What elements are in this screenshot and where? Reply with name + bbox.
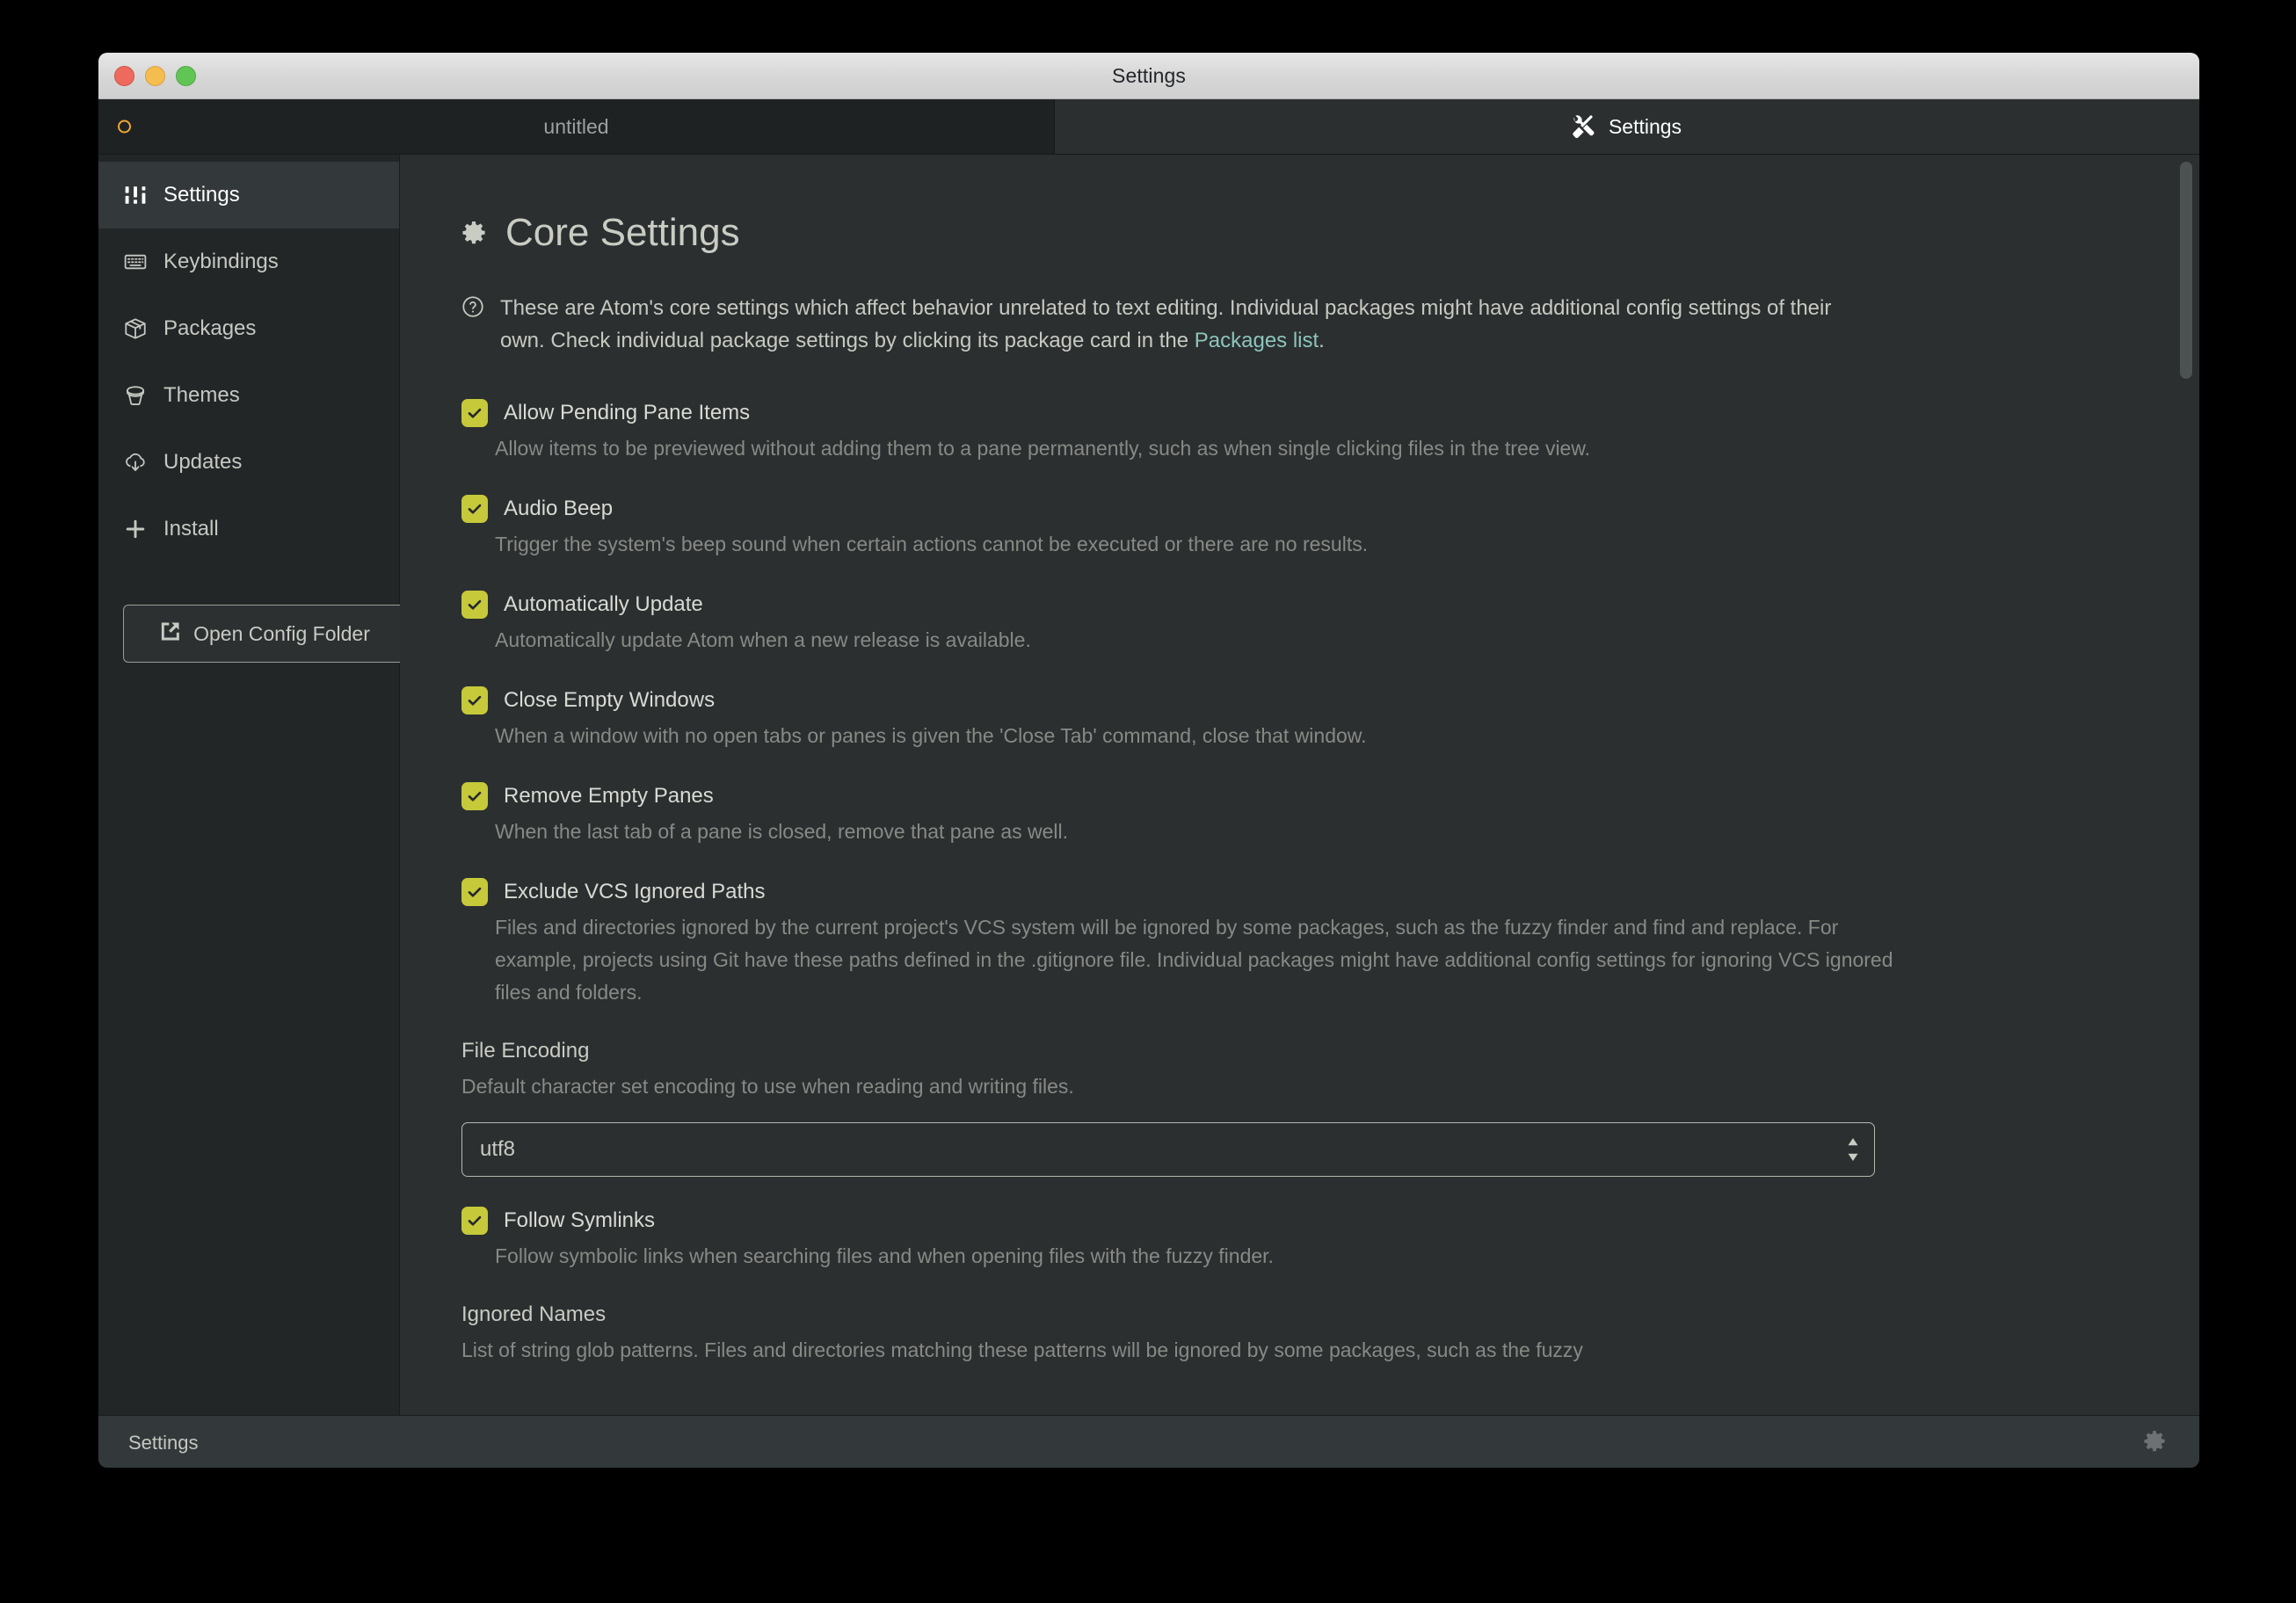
file-encoding-value[interactable]: utf8 (461, 1122, 1875, 1177)
setting-follow-symlinks: Follow Symlinks Follow symbolic links wh… (461, 1207, 2129, 1273)
window-title: Settings (1112, 63, 1186, 87)
page-description-part1: These are Atom's core settings which aff… (500, 296, 1832, 352)
checkbox-checked-icon[interactable] (461, 782, 488, 810)
keyboard-icon (123, 250, 148, 274)
setting-description: When a window with no open tabs or panes… (495, 724, 1367, 747)
packages-list-link[interactable]: Packages list (1195, 329, 1319, 352)
checkbox-checked-icon[interactable] (461, 1207, 488, 1235)
setting-header[interactable]: Exclude VCS Ignored Paths (461, 878, 2129, 906)
status-bar: Settings (98, 1415, 2199, 1468)
field-description: Default character set encoding to use wh… (461, 1075, 1074, 1098)
main-scrollbar[interactable] (2175, 155, 2199, 1415)
setting-automatically-update: Automatically Update Automatically updat… (461, 591, 2129, 656)
plus-icon (123, 517, 148, 541)
sidebar-item-install[interactable]: Install (98, 496, 399, 562)
tab-settings[interactable]: Settings (1055, 99, 2199, 154)
status-bar-label: Settings (128, 1432, 199, 1454)
maximize-window-button[interactable] (176, 65, 196, 86)
modified-circle-icon (118, 120, 131, 134)
setting-label: Remove Empty Panes (504, 784, 714, 808)
setting-file-encoding: File Encoding Default character set enco… (461, 1039, 2129, 1177)
tab-untitled-label: untitled (543, 114, 609, 138)
question-circle-icon (461, 295, 484, 328)
file-encoding-select[interactable]: utf8 (461, 1122, 1875, 1177)
tab-untitled[interactable]: untitled (98, 99, 1055, 154)
gear-icon (461, 211, 486, 255)
setting-label: Audio Beep (504, 497, 614, 520)
setting-header[interactable]: Automatically Update (461, 591, 2129, 619)
setting-header[interactable]: Remove Empty Panes (461, 782, 2129, 810)
sidebar-item-packages[interactable]: Packages (98, 295, 399, 362)
field-title: File Encoding (461, 1039, 590, 1063)
traffic-lights (114, 53, 196, 98)
page-title-text: Core Settings (505, 211, 740, 254)
paintbucket-icon (123, 383, 148, 408)
setting-description: Automatically update Atom when a new rel… (495, 628, 1031, 651)
sidebar-item-updates[interactable]: Updates (98, 429, 399, 496)
setting-description: Follow symbolic links when searching fil… (495, 1244, 1274, 1267)
setting-header[interactable]: Audio Beep (461, 495, 2129, 523)
setting-label: Exclude VCS Ignored Paths (504, 880, 766, 903)
open-config-folder-label: Open Config Folder (193, 621, 370, 645)
minimize-window-button[interactable] (145, 65, 165, 86)
field-title: Ignored Names (461, 1302, 607, 1326)
setting-label: Automatically Update (504, 592, 703, 616)
sidebar-item-settings[interactable]: Settings (98, 162, 399, 228)
checkbox-checked-icon[interactable] (461, 495, 488, 523)
external-link-icon (159, 620, 181, 648)
scrollbar-thumb[interactable] (2180, 162, 2192, 379)
settings-sidebar: Settings Keybindings Packages Themes Upd… (98, 155, 406, 1415)
page-title: Core Settings (461, 211, 2129, 255)
setting-ignored-names: Ignored Names List of string glob patter… (461, 1302, 2129, 1367)
setting-remove-empty-panes: Remove Empty Panes When the last tab of … (461, 782, 2129, 848)
checkbox-checked-icon[interactable] (461, 878, 488, 906)
sidebar-item-label: Themes (163, 383, 240, 407)
setting-description: When the last tab of a pane is closed, r… (495, 820, 1069, 843)
field-description: List of string glob patterns. Files and … (461, 1338, 1583, 1361)
setting-header[interactable]: Close Empty Windows (461, 686, 2129, 714)
application-window: Settings untitled Settings Settings Keyb… (98, 53, 2199, 1468)
setting-label: Follow Symlinks (504, 1208, 656, 1232)
cloud-download-icon (123, 450, 148, 475)
settings-content: Core Settings These are Atom's core sett… (400, 155, 2199, 1367)
tab-bar: untitled Settings (98, 99, 2199, 155)
checkbox-checked-icon[interactable] (461, 399, 488, 427)
setting-header[interactable]: Follow Symlinks (461, 1207, 2129, 1235)
close-window-button[interactable] (114, 65, 134, 86)
open-config-folder-button[interactable]: Open Config Folder (123, 605, 406, 663)
checkbox-checked-icon[interactable] (461, 591, 488, 619)
setting-exclude-vcs-ignored-paths: Exclude VCS Ignored Paths Files and dire… (461, 878, 2129, 1009)
setting-label: Allow Pending Pane Items (504, 401, 751, 424)
setting-description: Files and directories ignored by the cur… (495, 916, 1893, 1004)
setting-allow-pending-pane-items: Allow Pending Pane Items Allow items to … (461, 399, 2129, 465)
sidebar-item-label: Keybindings (163, 250, 279, 273)
setting-label: Close Empty Windows (504, 688, 716, 712)
sidebar-item-keybindings[interactable]: Keybindings (98, 228, 399, 295)
tools-icon (1573, 114, 1596, 139)
sidebar-item-label: Install (163, 517, 219, 540)
page-description: These are Atom's core settings which aff… (461, 292, 1871, 357)
setting-description: Allow items to be previewed without addi… (495, 437, 1591, 460)
sidebar-item-themes[interactable]: Themes (98, 362, 399, 429)
tab-settings-label: Settings (1608, 114, 1682, 138)
setting-audio-beep: Audio Beep Trigger the system's beep sou… (461, 495, 2129, 561)
setting-header[interactable]: Allow Pending Pane Items (461, 399, 2129, 427)
settings-main-panel: Core Settings These are Atom's core sett… (400, 155, 2199, 1415)
setting-description: Trigger the system's beep sound when cer… (495, 533, 1369, 555)
sliders-icon (123, 183, 148, 207)
status-bar-settings-button[interactable] (2143, 1430, 2166, 1457)
window-body: Settings Keybindings Packages Themes Upd… (98, 155, 2199, 1415)
sidebar-item-label: Updates (163, 450, 243, 474)
window-titlebar: Settings (98, 53, 2199, 99)
setting-close-empty-windows: Close Empty Windows When a window with n… (461, 686, 2129, 752)
sidebar-item-label: Packages (163, 316, 257, 340)
checkbox-checked-icon[interactable] (461, 686, 488, 714)
package-icon (123, 316, 148, 341)
sidebar-item-label: Settings (163, 183, 240, 207)
gear-icon (2143, 1430, 2166, 1457)
page-description-part2: . (1319, 329, 1325, 352)
